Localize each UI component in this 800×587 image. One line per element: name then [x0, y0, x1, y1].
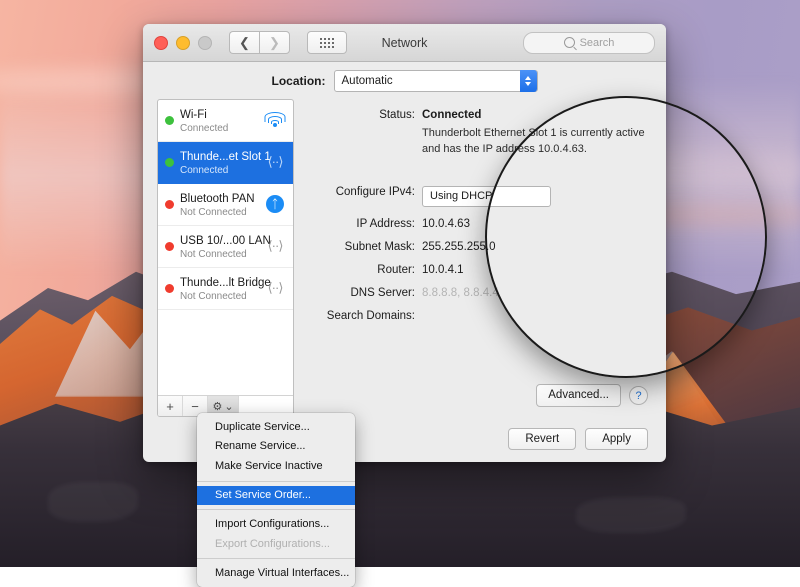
service-row-thunderbolt-ethernet[interactable]: Thunde...et Slot 1 Connected ⟨··⟩	[158, 142, 293, 184]
help-icon[interactable]: ?	[629, 386, 648, 406]
service-name: Thunde...lt Bridge	[180, 277, 271, 289]
service-name: Thunde...et Slot 1	[180, 151, 271, 163]
chevron-updown-icon	[519, 69, 537, 92]
service-row-thunderbolt-bridge[interactable]: Thunde...lt Bridge Not Connected ⟨··⟩	[158, 268, 293, 310]
service-name: USB 10/...00 LAN	[180, 235, 271, 247]
add-service-button[interactable]: +	[158, 396, 183, 416]
advanced-button[interactable]: Advanced...	[536, 384, 621, 407]
service-name: Bluetooth PAN	[180, 193, 255, 205]
chevron-down-icon: ⌄	[224, 400, 234, 413]
service-row-usb-lan[interactable]: USB 10/...00 LAN Not Connected ⟨··⟩	[158, 226, 293, 268]
status-dot	[165, 115, 174, 125]
gear-context-menu: Duplicate Service... Rename Service... M…	[197, 413, 355, 587]
gear-glyph: ⚙	[212, 400, 223, 413]
status-dot	[165, 199, 174, 209]
menu-item-set-service-order[interactable]: Set Service Order...	[197, 485, 355, 506]
configure-ipv4-label: Configure IPv4:	[335, 185, 415, 198]
navigation-buttons: ❮ ❯	[229, 31, 290, 54]
search-icon	[563, 37, 575, 48]
search-domains-label: Search Domains:	[326, 309, 415, 322]
location-label: Location:	[271, 73, 326, 88]
menu-separator	[197, 480, 355, 482]
ethernet-icon: ⟨··⟩	[267, 154, 284, 169]
configure-ipv4-value: Using DHCP	[430, 190, 493, 203]
zoom-window-button[interactable]	[198, 35, 212, 50]
dns-server-label: DNS Server:	[350, 286, 415, 299]
revert-button[interactable]: Revert	[508, 427, 577, 451]
menu-separator	[197, 558, 355, 560]
close-window-button[interactable]	[154, 35, 168, 50]
service-status: Not Connected	[180, 291, 247, 302]
window-titlebar: ❮ ❯ Network Search	[143, 24, 666, 62]
router-label: Router:	[377, 263, 415, 276]
wallpaper-rock	[48, 481, 138, 522]
ethernet-icon: ⟨··⟩	[267, 238, 284, 253]
grid-dots	[320, 37, 334, 48]
status-dot	[165, 157, 174, 167]
bluetooth-icon: ᛏ	[264, 195, 286, 213]
status-dot	[165, 241, 174, 251]
service-status: Connected	[180, 123, 229, 134]
service-row-bluetooth-pan[interactable]: Bluetooth PAN Not Connected ᛏ	[158, 184, 293, 226]
search-placeholder: Search	[579, 36, 615, 49]
wifi-icon	[264, 111, 286, 129]
subnet-mask-label: Subnet Mask:	[344, 240, 415, 253]
ethernet-icon: ⟨··⟩	[267, 280, 284, 295]
service-name: Wi-Fi	[180, 109, 207, 121]
magnifier-loupe: Duplicate Service... Rename Service... M…	[485, 96, 767, 378]
location-dropdown[interactable]: Automatic	[333, 69, 538, 92]
chevron-left-icon[interactable]: ❮	[229, 31, 259, 54]
traffic-light-buttons	[154, 35, 212, 50]
location-bar: Location: Automatic	[143, 62, 666, 99]
menu-item-manage-virtual-interfaces[interactable]: Manage Virtual Interfaces...	[197, 563, 355, 583]
service-row-wifi[interactable]: Wi-Fi Connected	[158, 100, 293, 142]
show-all-grid-icon[interactable]	[307, 31, 347, 54]
status-dot	[165, 283, 174, 293]
service-status: Connected	[180, 165, 229, 176]
ip-address-label: IP Address:	[356, 217, 415, 230]
menu-separator	[197, 509, 355, 511]
service-status: Not Connected	[180, 249, 247, 260]
wallpaper-rock	[576, 496, 686, 533]
menu-item-duplicate-service[interactable]: Duplicate Service...	[197, 417, 355, 437]
menu-item-import-configurations[interactable]: Import Configurations...	[197, 514, 355, 534]
menu-item-make-service-inactive[interactable]: Make Service Inactive	[197, 457, 355, 477]
status-label: Status:	[379, 109, 415, 121]
service-list: Wi-Fi Connected Thunde...et Slot 1 Conne…	[157, 99, 294, 417]
service-status: Not Connected	[180, 207, 247, 218]
status-desc-spacer	[307, 123, 422, 158]
menu-item-rename-service[interactable]: Rename Service...	[197, 437, 355, 457]
menu-item-export-configurations: Export Configurations...	[215, 537, 330, 550]
search-input[interactable]: Search	[523, 31, 655, 54]
advanced-row: Advanced... ?	[536, 384, 648, 407]
location-value: Automatic	[341, 74, 393, 87]
minimize-window-button[interactable]	[176, 35, 190, 50]
apply-button[interactable]: Apply	[585, 427, 648, 451]
chevron-right-icon[interactable]: ❯	[259, 31, 290, 54]
